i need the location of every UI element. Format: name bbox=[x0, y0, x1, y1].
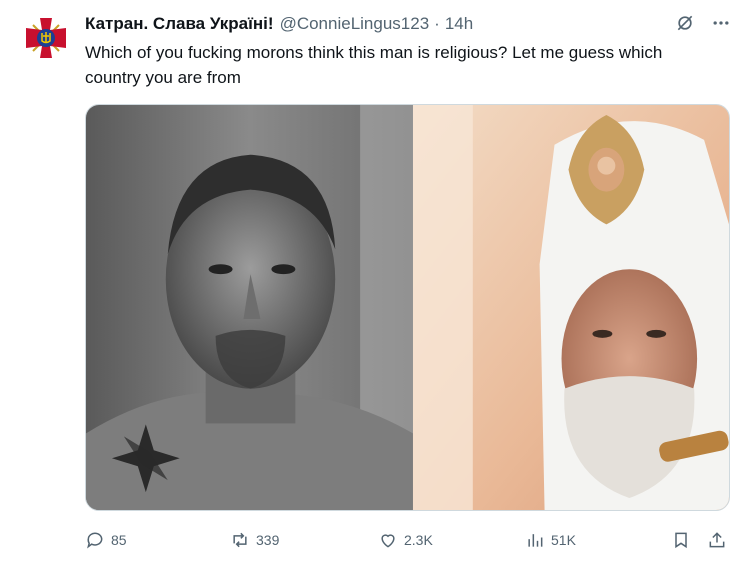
top-actions bbox=[674, 12, 732, 34]
retweet-button[interactable]: 339 bbox=[230, 530, 279, 550]
tweet-header: Катран. Слава Україні! @ConnieLingus123 … bbox=[85, 12, 473, 36]
views-icon bbox=[528, 534, 543, 547]
share-button[interactable] bbox=[707, 530, 733, 550]
tweet-text: Which of you fucking morons think this m… bbox=[85, 43, 663, 87]
reply-icon bbox=[87, 532, 103, 549]
views-count: 51K bbox=[551, 532, 576, 548]
author-handle[interactable]: @ConnieLingus123 bbox=[280, 14, 430, 34]
bookmark-button[interactable] bbox=[671, 530, 697, 550]
retweet-count: 339 bbox=[256, 532, 280, 548]
avatar-emblem-icon bbox=[20, 12, 72, 64]
action-bar: 85 339 2.3K 51K bbox=[85, 527, 733, 553]
tweet-media[interactable] bbox=[85, 104, 730, 511]
separator-dot: · bbox=[434, 14, 440, 33]
grok-icon[interactable] bbox=[674, 12, 696, 34]
views-button[interactable]: 51K bbox=[525, 530, 576, 550]
author-display-name[interactable]: Катран. Слава Україні! bbox=[85, 14, 274, 34]
reply-count: 85 bbox=[111, 532, 127, 548]
reply-button[interactable]: 85 bbox=[85, 530, 127, 550]
avatar[interactable] bbox=[20, 12, 72, 64]
bookmark-icon bbox=[675, 532, 687, 549]
like-count: 2.3K bbox=[404, 532, 433, 548]
timestamp[interactable]: 14h bbox=[445, 14, 473, 34]
media-image bbox=[86, 105, 729, 510]
heart-icon bbox=[381, 534, 395, 548]
more-icon[interactable] bbox=[710, 12, 732, 34]
tweet[interactable]: Катран. Слава Україні! @ConnieLingus123 … bbox=[0, 0, 750, 568]
share-icon bbox=[709, 532, 725, 548]
retweet-icon bbox=[233, 532, 247, 548]
like-button[interactable]: 2.3K bbox=[378, 530, 433, 550]
